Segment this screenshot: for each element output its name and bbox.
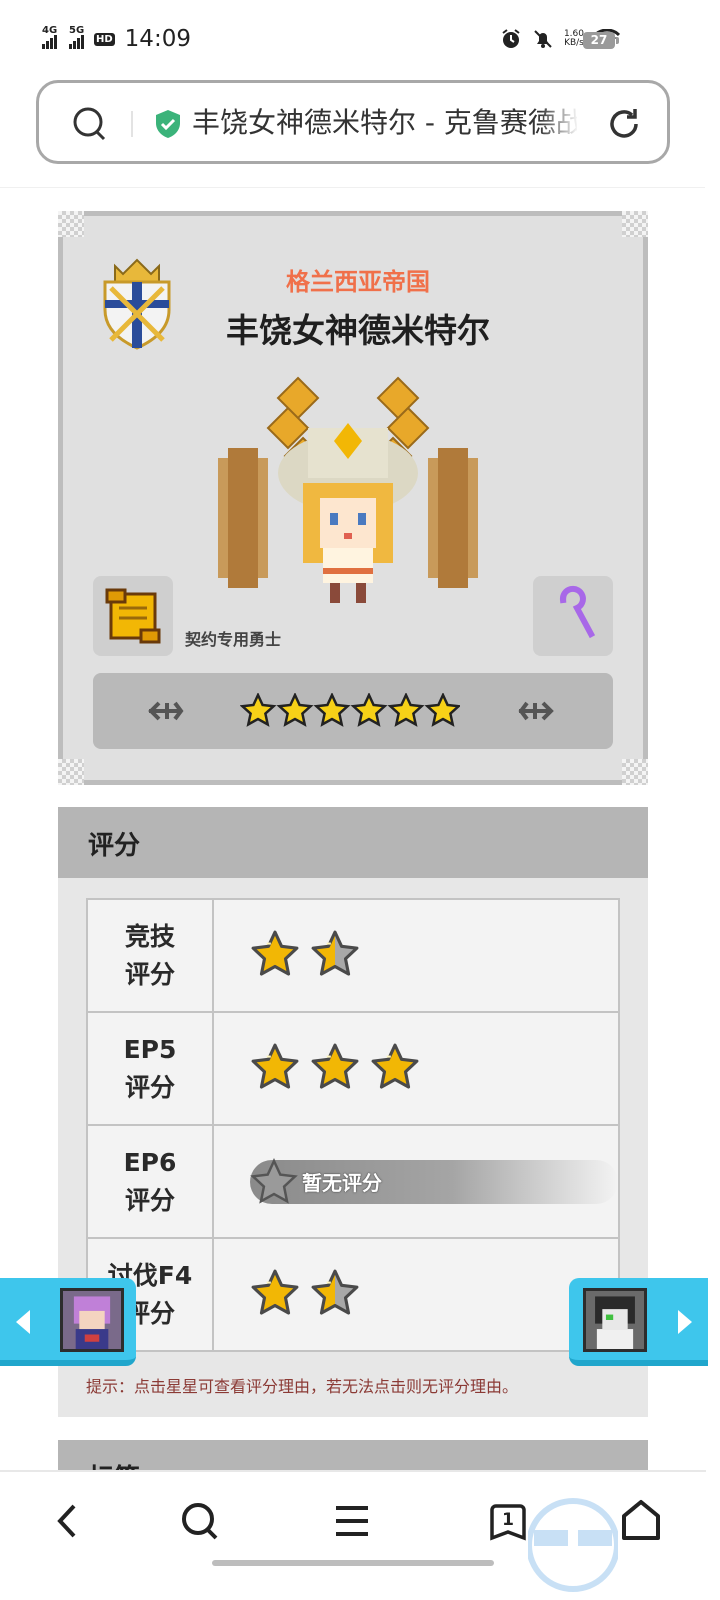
row-label: EP6 评分 (86, 1124, 214, 1239)
rank-star-icon (350, 693, 388, 727)
mascot-glasses-overlay (528, 1498, 618, 1592)
hero-name: 丰饶女神德米特尔 (226, 311, 490, 350)
rank-stars (240, 693, 460, 727)
rank-star-icon (313, 693, 351, 727)
half-star-icon[interactable] (310, 1268, 360, 1322)
rank-star-icon (240, 693, 277, 727)
back-icon[interactable] (48, 1498, 88, 1544)
address-bar[interactable]: 丰饶女神德米特尔 - 克鲁赛德战记 (36, 80, 670, 164)
tab-count: 1 (502, 1510, 514, 1530)
status-bar: 4G 5G HD 14:09 1.60 KB/s 27 (0, 0, 720, 78)
kingdom-name: 格兰西亚帝国 (286, 268, 430, 296)
table-row: 竞技 评分 (86, 898, 620, 1013)
rating-table: 竞技 评分 EP5 评分 EP6 评分 暂无评分 讨伐F4 评分 (86, 898, 620, 1352)
tabs-button[interactable]: 1 (488, 1498, 528, 1544)
rank-star-icon (424, 693, 460, 727)
reload-icon[interactable] (605, 105, 643, 143)
row-stars[interactable] (212, 898, 620, 1013)
previous-hero-portrait (60, 1288, 124, 1352)
rating-title: 评分 (88, 831, 141, 861)
hero-card: 格兰西亚帝国 丰饶女神德米特尔 契约专用勇士 (58, 211, 648, 785)
no-rating-badge: 暂无评分 (250, 1157, 618, 1204)
search-icon[interactable] (178, 1498, 222, 1544)
star-icon[interactable] (310, 1042, 360, 1096)
arrow-left-icon (16, 1310, 30, 1334)
row-stars[interactable] (212, 1011, 620, 1126)
arrow-right-icon (678, 1310, 692, 1334)
row-stars[interactable] (212, 1237, 620, 1352)
star-icon[interactable] (370, 1042, 420, 1096)
next-hero-portrait (583, 1288, 647, 1352)
rating-header: 评分 (58, 807, 648, 878)
hd-voice-icon: HD (94, 32, 115, 46)
secure-shield-icon (156, 110, 180, 138)
row-label: 竞技 评分 (86, 898, 214, 1013)
clock: 14:09 (124, 26, 191, 52)
signal-5g-icon: 5G (69, 25, 84, 49)
arrow-right-ornament-icon (518, 701, 554, 721)
network-speed: 1.60 KB/s (563, 29, 584, 48)
table-row: 讨伐F4 评分 (86, 1237, 620, 1352)
contract-label: 契约专用勇士 (185, 630, 282, 649)
contract-scroll-tile[interactable] (93, 576, 173, 656)
table-row: EP5 评分 (86, 1011, 620, 1126)
table-row: EP6 评分 暂无评分 (86, 1124, 620, 1239)
previous-hero-button[interactable] (0, 1278, 136, 1366)
home-indicator (212, 1560, 494, 1566)
row-label: EP5 评分 (86, 1011, 214, 1126)
mute-bell-icon (534, 30, 552, 48)
search-icon[interactable] (71, 105, 109, 143)
rank-star-icon (276, 693, 314, 727)
rank-star-icon (387, 693, 425, 727)
star-icon[interactable] (250, 1042, 300, 1096)
next-hero-button[interactable] (569, 1278, 708, 1366)
scroll-icon (105, 588, 161, 644)
menu-icon[interactable] (332, 1498, 372, 1544)
staff-icon (559, 585, 596, 639)
weapon-type-tile[interactable] (533, 576, 613, 656)
alarm-icon (502, 29, 520, 48)
status-left: 4G 5G HD 14:09 (42, 25, 191, 52)
home-icon[interactable] (620, 1498, 662, 1544)
half-star-icon[interactable] (310, 929, 360, 983)
rating-section: 评分 竞技 评分 EP5 评分 EP6 评分 暂无评分 讨伐F4 评分 提示：点… (58, 807, 648, 1417)
battery-indicator: 27 (583, 32, 619, 49)
star-icon[interactable] (250, 929, 300, 983)
signal-4g-icon: 4G (42, 25, 57, 49)
grey-star-icon (250, 1157, 298, 1204)
screen: 4G 5G HD 14:09 1.60 KB/s 27 丰饶女神德米特尔 - 克… (0, 0, 720, 1600)
arrow-left-ornament-icon (148, 701, 184, 721)
page-title[interactable]: 丰饶女神德米特尔 - 克鲁赛德战记 (192, 103, 577, 143)
star-icon[interactable] (250, 1268, 300, 1322)
star-rank-bar (93, 673, 613, 749)
address-separator (131, 111, 133, 137)
rating-hint: 提示：点击星星可查看评分理由，若无法点击则无评分理由。 (86, 1377, 519, 1396)
hero-sprite-image (218, 376, 478, 603)
row-stars[interactable]: 暂无评分 (212, 1124, 620, 1239)
